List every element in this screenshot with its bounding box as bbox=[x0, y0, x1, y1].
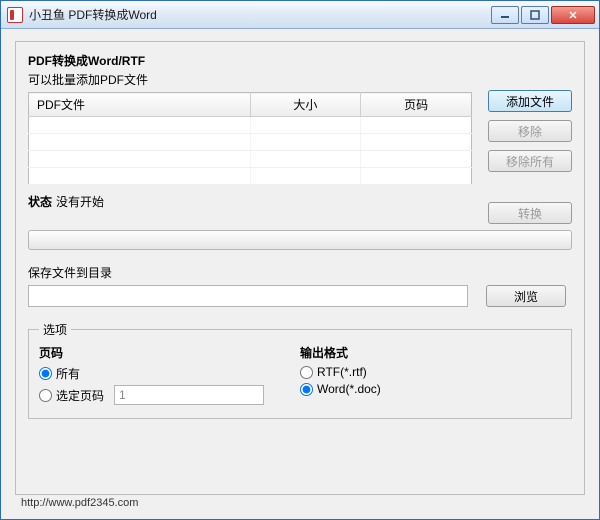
window-title: 小丑鱼 PDF转换成Word bbox=[29, 6, 491, 23]
radio-selected-pages[interactable]: 选定页码 bbox=[39, 385, 300, 405]
radio-rtf[interactable]: RTF(*.rtf) bbox=[300, 365, 561, 379]
convert-button[interactable]: 转换 bbox=[488, 202, 572, 224]
radio-all-pages-input[interactable] bbox=[39, 367, 52, 380]
options-legend: 选项 bbox=[39, 321, 71, 338]
browse-button[interactable]: 浏览 bbox=[486, 285, 566, 307]
radio-selected-pages-label: 选定页码 bbox=[56, 387, 104, 404]
panel-heading: PDF转换成Word/RTF bbox=[28, 52, 472, 69]
app-window: 小丑鱼 PDF转换成Word PDF转换成Word/RTF 可以批量添加PDF文… bbox=[0, 0, 600, 520]
maximize-button[interactable] bbox=[521, 6, 549, 24]
output-heading: 输出格式 bbox=[300, 344, 561, 361]
pages-heading: 页码 bbox=[39, 344, 300, 361]
radio-word-label: Word(*.doc) bbox=[317, 382, 381, 396]
radio-rtf-input[interactable] bbox=[300, 366, 313, 379]
progress-bar bbox=[28, 230, 572, 250]
options-fieldset: 选项 页码 所有 选定页码 bbox=[28, 321, 572, 419]
radio-word[interactable]: Word(*.doc) bbox=[300, 382, 561, 396]
remove-button[interactable]: 移除 bbox=[488, 120, 572, 142]
table-row bbox=[29, 168, 472, 185]
save-dir-label: 保存文件到目录 bbox=[28, 264, 572, 281]
table-row bbox=[29, 151, 472, 168]
window-controls bbox=[491, 6, 595, 24]
radio-rtf-label: RTF(*.rtf) bbox=[317, 365, 367, 379]
radio-all-pages[interactable]: 所有 bbox=[39, 365, 300, 382]
footer-url: http://www.pdf2345.com bbox=[15, 495, 585, 515]
remove-all-button[interactable]: 移除所有 bbox=[488, 150, 572, 172]
file-list-table[interactable]: PDF文件 大小 页码 bbox=[28, 92, 472, 185]
col-pages[interactable]: 页码 bbox=[361, 93, 472, 117]
table-row bbox=[29, 117, 472, 134]
panel-subtext: 可以批量添加PDF文件 bbox=[28, 71, 472, 88]
client-area: PDF转换成Word/RTF 可以批量添加PDF文件 PDF文件 大小 页码 bbox=[1, 29, 599, 519]
main-panel: PDF转换成Word/RTF 可以批量添加PDF文件 PDF文件 大小 页码 bbox=[15, 41, 585, 495]
save-dir-input[interactable] bbox=[28, 285, 468, 307]
col-file[interactable]: PDF文件 bbox=[29, 93, 251, 117]
status-value: 没有开始 bbox=[56, 193, 104, 210]
add-file-button[interactable]: 添加文件 bbox=[488, 90, 572, 112]
radio-word-input[interactable] bbox=[300, 383, 313, 396]
col-size[interactable]: 大小 bbox=[250, 93, 361, 117]
status-label: 状态 bbox=[28, 193, 52, 210]
table-row bbox=[29, 134, 472, 151]
selected-pages-input[interactable] bbox=[114, 385, 264, 405]
app-icon bbox=[7, 7, 23, 23]
radio-all-pages-label: 所有 bbox=[56, 365, 80, 382]
minimize-button[interactable] bbox=[491, 6, 519, 24]
radio-selected-pages-input[interactable] bbox=[39, 389, 52, 402]
close-button[interactable] bbox=[551, 6, 595, 24]
titlebar[interactable]: 小丑鱼 PDF转换成Word bbox=[1, 1, 599, 29]
